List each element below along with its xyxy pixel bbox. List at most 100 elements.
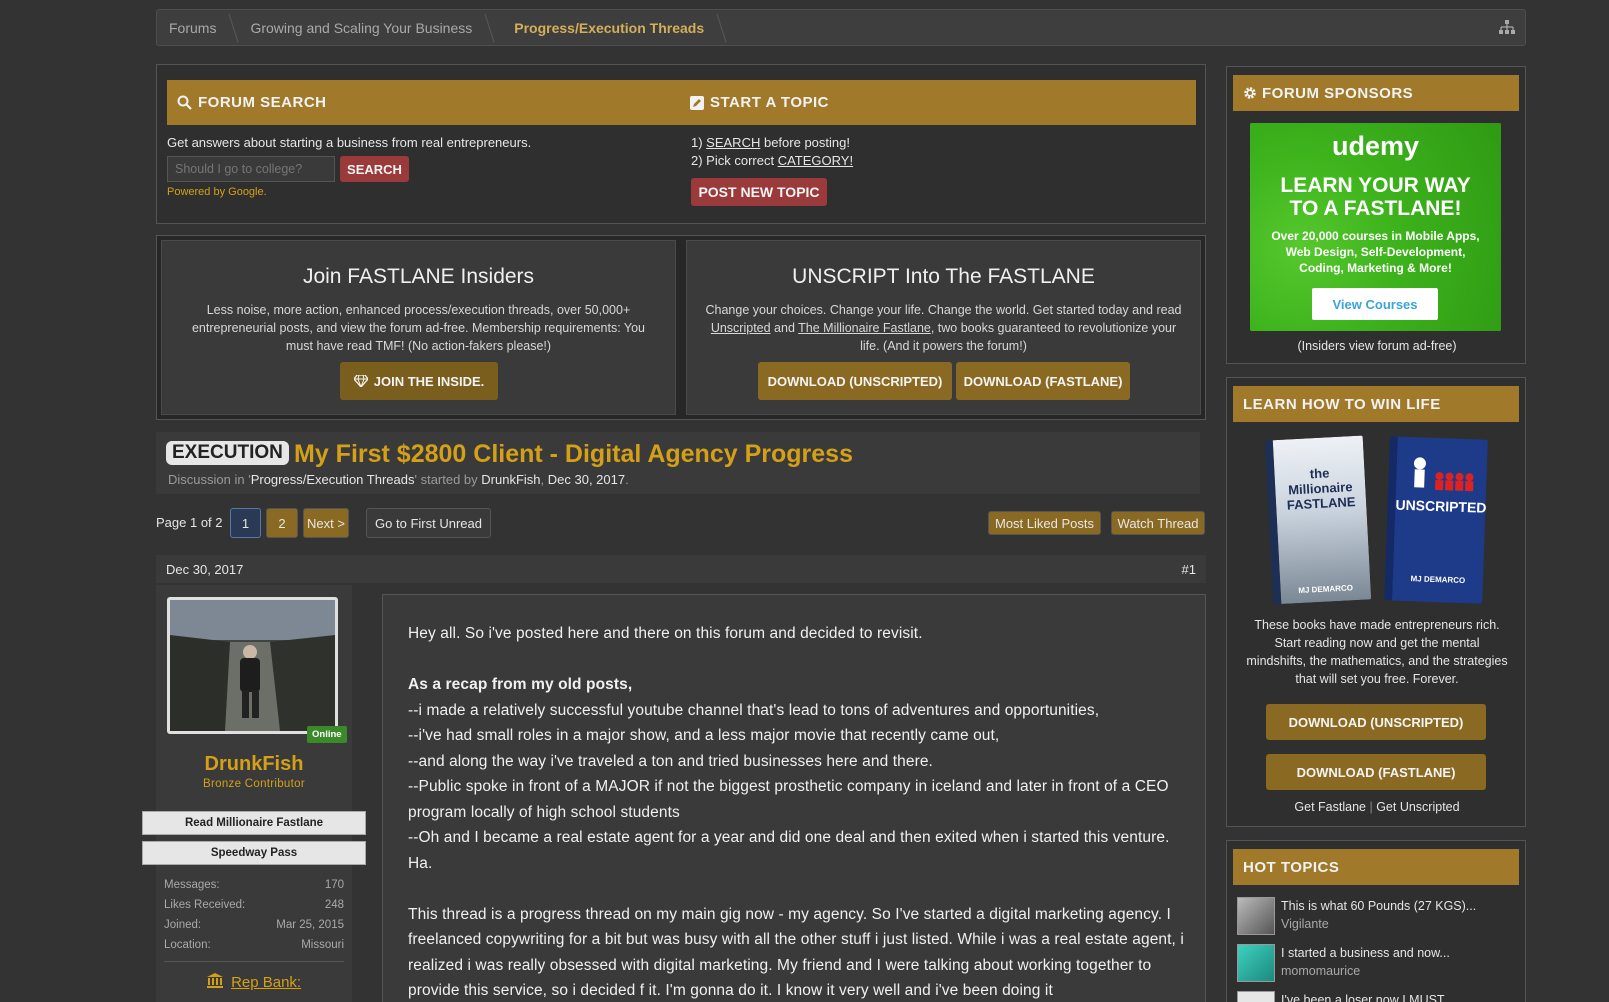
first-unread-button[interactable]: Go to First Unread xyxy=(366,508,491,538)
sidebar-download-fastlane-button[interactable]: DOWNLOAD (FASTLANE) xyxy=(1266,754,1486,790)
forum-search-header: FORUM SEARCH xyxy=(167,80,680,125)
book-unscripted[interactable]: UNSCRIPTED MJ DEMARCO xyxy=(1384,436,1488,604)
thread-date-link[interactable]: Dec 30, 2017 xyxy=(548,472,625,487)
thread-meta: Discussion in 'Progress/Execution Thread… xyxy=(168,472,629,487)
download-unscripted-button[interactable]: DOWNLOAD (UNSCRIPTED) xyxy=(758,362,952,400)
message-header: Dec 30, 2017 #1 xyxy=(156,555,1206,583)
stat-value[interactable]: 170 xyxy=(325,879,344,891)
post-gap xyxy=(408,876,1187,902)
page-1-button[interactable]: 1 xyxy=(230,508,261,538)
powered-by-google[interactable]: Powered by Google. xyxy=(167,186,267,198)
post-recap-heading: As a recap from my old posts, xyxy=(408,676,633,693)
ad-brand: udemy xyxy=(1331,131,1420,161)
stat-value: Mar 25, 2015 xyxy=(276,919,344,931)
meta-prefix: Discussion in ' xyxy=(168,472,251,487)
join-inside-button[interactable]: JOIN THE INSIDE. xyxy=(340,362,498,400)
sponsors-caption: (Insiders view forum ad-free) xyxy=(1297,339,1457,353)
forum-link[interactable]: Progress/Execution Threads xyxy=(251,472,415,487)
avatar-photo xyxy=(170,600,335,731)
avatar-illustration xyxy=(170,600,335,731)
get-unscripted-link[interactable]: Get Unscripted xyxy=(1376,800,1459,814)
hot-topic-title[interactable]: This is what 60 Pounds (27 KGS)... xyxy=(1281,899,1476,913)
book2-author: MJ DEMARCO xyxy=(1410,574,1466,586)
get-books-links: Get Fastlane | Get Unscripted xyxy=(1227,800,1527,814)
hot-topic-item[interactable]: This is what 60 Pounds (27 KGS)... Vigil… xyxy=(1237,897,1517,937)
step1-suffix: before posting! xyxy=(760,135,850,150)
promo-panels: Join FASTLANE Insiders Less noise, more … xyxy=(156,235,1206,420)
forum-sponsors-header: FORUM SPONSORS xyxy=(1233,75,1519,111)
unscripted-link[interactable]: Unscripted xyxy=(711,321,771,335)
step2-prefix: 2) Pick correct xyxy=(691,153,778,168)
join-inside-label: JOIN THE INSIDE. xyxy=(373,373,485,389)
stat-likes: Likes Received: 248 xyxy=(164,899,344,911)
post-new-topic-button[interactable]: POST NEW TOPIC xyxy=(691,178,827,206)
message-permalink[interactable]: #1 xyxy=(1182,562,1196,577)
hot-topic-title[interactable]: I've been a loser now I MUST xyxy=(1281,993,1445,1002)
hot-topics-heading: HOT TOPICS xyxy=(1243,858,1340,876)
post-bullet: --i made a relatively successful youtube… xyxy=(408,701,1100,719)
watch-thread-button[interactable]: Watch Thread xyxy=(1111,511,1205,535)
search-link[interactable]: SEARCH xyxy=(706,135,760,150)
hot-topic-item[interactable]: I started a business and now... momomaur… xyxy=(1237,944,1517,984)
search-start-panel: FORUM SEARCH START A TOPIC Get answers a… xyxy=(156,64,1206,224)
search-button[interactable]: SEARCH xyxy=(340,156,409,182)
post-intro: Hey all. So i've posted here and there o… xyxy=(408,625,923,642)
book2-title: UNSCRIPTED xyxy=(1395,496,1487,516)
bank-icon xyxy=(206,973,223,988)
edit-icon xyxy=(690,95,704,110)
stat-value[interactable]: Missouri xyxy=(301,939,344,951)
get-fastlane-link[interactable]: Get Fastlane xyxy=(1294,800,1366,814)
meta-comma: , xyxy=(540,472,548,487)
learn-header: LEARN HOW TO WIN LIFE xyxy=(1233,386,1519,422)
search-input[interactable] xyxy=(167,156,335,182)
avatar[interactable] xyxy=(167,597,338,734)
hot-topic-title[interactable]: I started a business and now... xyxy=(1281,946,1450,960)
thread-prefix-badge[interactable]: EXECUTION xyxy=(166,441,289,465)
next-page-button[interactable]: Next > xyxy=(303,508,349,538)
page-2-button[interactable]: 2 xyxy=(266,508,298,538)
millionaire-fastlane-link[interactable]: The Millionaire Fastlane xyxy=(798,321,931,335)
sitemap-icon[interactable] xyxy=(1499,20,1515,34)
book2-crowd-art xyxy=(1413,457,1474,492)
start-topic-step2: 2) Pick correct CATEGORY! xyxy=(691,153,853,168)
learn-text: These books have made entrepreneurs rich… xyxy=(1246,618,1508,686)
hot-topic-user[interactable]: momomaurice xyxy=(1281,964,1360,978)
search-icon xyxy=(177,95,192,110)
online-status-badge: Online xyxy=(307,726,347,743)
category-link[interactable]: CATEGORY! xyxy=(778,153,853,168)
user-title: Bronze Contributor xyxy=(203,778,305,790)
download-fastlane-button[interactable]: DOWNLOAD (FASTLANE) xyxy=(956,362,1130,400)
message-date[interactable]: Dec 30, 2017 xyxy=(166,562,243,577)
book1-title: the Millionaire FASTLANE xyxy=(1286,465,1356,513)
author-link[interactable]: DrunkFish xyxy=(481,472,540,487)
learn-heading: LEARN HOW TO WIN LIFE xyxy=(1243,395,1441,413)
ad-sub-1: Over 20,000 courses in Mobile Apps, xyxy=(1271,229,1480,243)
hot-topic-avatar xyxy=(1237,944,1275,982)
stat-label: Joined: xyxy=(164,919,202,931)
rep-bank-link[interactable]: Rep Bank: xyxy=(231,974,301,991)
start-topic-heading: START A TOPIC xyxy=(710,94,829,111)
book-millionaire-fastlane[interactable]: the Millionaire FASTLANE MJ DEMARCO xyxy=(1264,435,1372,605)
post-bullet: --and along the way i've traveled a ton … xyxy=(408,752,933,770)
most-liked-posts-button[interactable]: Most Liked Posts xyxy=(988,511,1101,535)
insiders-panel: Join FASTLANE Insiders Less noise, more … xyxy=(161,240,676,415)
start-topic-step1: 1) SEARCH before posting! xyxy=(691,135,850,150)
stat-label: Location: xyxy=(164,939,211,951)
page-navigation: Page 1 of 2 1 2 Next > Go to First Unrea… xyxy=(156,508,1206,538)
breadcrumb-forums[interactable]: Forums xyxy=(157,10,232,45)
hot-topic-item[interactable]: I've been a loser now I MUST xyxy=(1237,991,1517,1002)
view-courses-button[interactable]: View Courses xyxy=(1312,288,1438,320)
insiders-text: Less noise, more action, enhanced proces… xyxy=(191,303,646,353)
stat-joined: Joined: Mar 25, 2015 xyxy=(164,919,344,931)
rep-bank: Rep Bank: xyxy=(156,973,352,991)
breadcrumb-progress-threads[interactable]: Progress/Execution Threads xyxy=(488,10,720,45)
breadcrumb-growing-scaling[interactable]: Growing and Scaling Your Business xyxy=(232,10,488,45)
hot-topic-user[interactable]: Vigilante xyxy=(1281,917,1329,931)
insiders-title: Join FASTLANE Insiders xyxy=(302,265,535,288)
user-banner-millionaire-fastlane: Read Millionaire Fastlane xyxy=(142,811,366,835)
sidebar-download-unscripted-button[interactable]: DOWNLOAD (UNSCRIPTED) xyxy=(1266,704,1486,740)
username-link[interactable]: DrunkFish xyxy=(156,753,352,776)
hot-topics-header: HOT TOPICS xyxy=(1233,849,1519,885)
post-gap xyxy=(408,647,1187,673)
udemy-ad-banner[interactable]: udemy LEARN YOUR WAY TO A FASTLANE! Over… xyxy=(1250,123,1501,331)
